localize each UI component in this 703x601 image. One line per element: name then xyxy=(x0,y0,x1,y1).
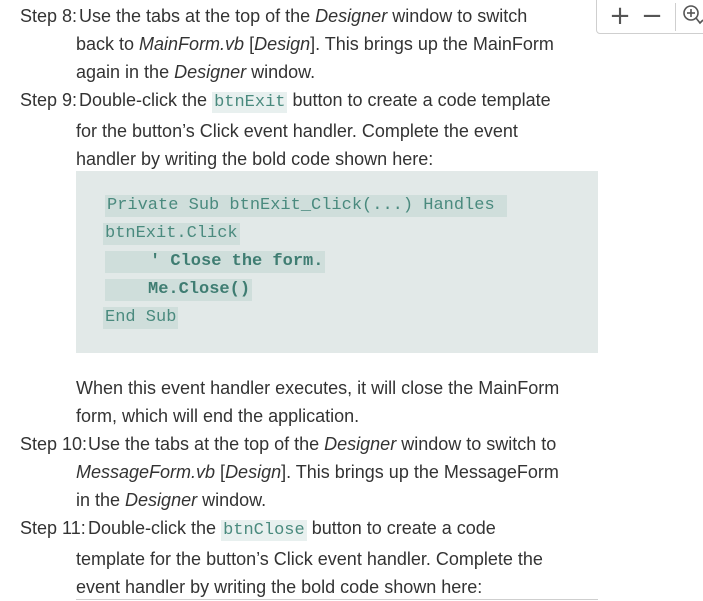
after-code-line-1: When this event handler executes, it wil… xyxy=(76,378,560,398)
plus-icon: + xyxy=(609,1,631,31)
zoom-controls: + − xyxy=(596,0,703,34)
code-line-4: Me.Close() xyxy=(105,279,253,301)
code-block: Private Sub btnExit_Click(...) Handles b… xyxy=(76,171,598,353)
step-8: Step 8: Use the tabs at the top of the D… xyxy=(20,2,600,86)
zoom-out-button[interactable]: − xyxy=(635,0,669,33)
step-8-line-3: again in the Designer window. xyxy=(76,62,316,82)
step-11-line-3: event handler by writing the bold code s… xyxy=(76,577,483,597)
step-9-line-1: Double-click the btnExit button to creat… xyxy=(79,90,551,113)
inline-code-btnclose: btnClose xyxy=(221,520,307,541)
zoom-magnifier-button[interactable] xyxy=(677,0,703,33)
step-10-line-3: in the Designer window. xyxy=(76,490,267,510)
step-label: Step 9: xyxy=(20,90,78,110)
step-9-line-2: for the button’s Click event handler. Co… xyxy=(76,121,518,141)
code-line-5: End Sub xyxy=(103,307,179,329)
step-9: Step 9: Double-click the btnExit button … xyxy=(20,86,600,173)
step-label: Step 8: xyxy=(20,6,78,26)
divider xyxy=(675,3,676,31)
step-8-line-1: Use the tabs at the top of the Designer … xyxy=(79,6,528,26)
step-9-line-3: handler by writing the bold code shown h… xyxy=(76,149,434,169)
code-line-1: Private Sub btnExit_Click(...) Handles xyxy=(105,195,507,217)
code-line-3: ' Close the form. xyxy=(105,251,326,273)
after-code-line-2: form, which will end the application. xyxy=(76,406,360,426)
step-10: Step 10: Use the tabs at the top of the … xyxy=(20,430,600,514)
divider xyxy=(76,599,598,600)
minus-icon: − xyxy=(641,1,663,31)
step-10-line-1: Use the tabs at the top of the Designer … xyxy=(88,434,557,454)
step-label: Step 11: xyxy=(20,518,86,538)
step-8-line-2: back to MainForm.vb [Design]. This bring… xyxy=(76,34,554,54)
zoom-in-button[interactable]: + xyxy=(603,0,637,33)
inline-code-btnexit: btnExit xyxy=(212,92,288,113)
step-11-line-1: Double-click the btnClose button to crea… xyxy=(88,518,496,541)
step-10-line-2: MessageForm.vb [Design]. This brings up … xyxy=(76,462,559,482)
code-line-2: btnExit.Click xyxy=(103,223,240,245)
step-11-line-2: template for the button’s Click event ha… xyxy=(76,549,543,569)
step-11: Step 11: Double-click the btnClose butto… xyxy=(20,514,600,601)
step-label: Step 10: xyxy=(20,434,88,454)
after-code-paragraph: When this event handler executes, it wil… xyxy=(76,374,606,430)
zoom-magnifier-icon xyxy=(683,5,703,25)
